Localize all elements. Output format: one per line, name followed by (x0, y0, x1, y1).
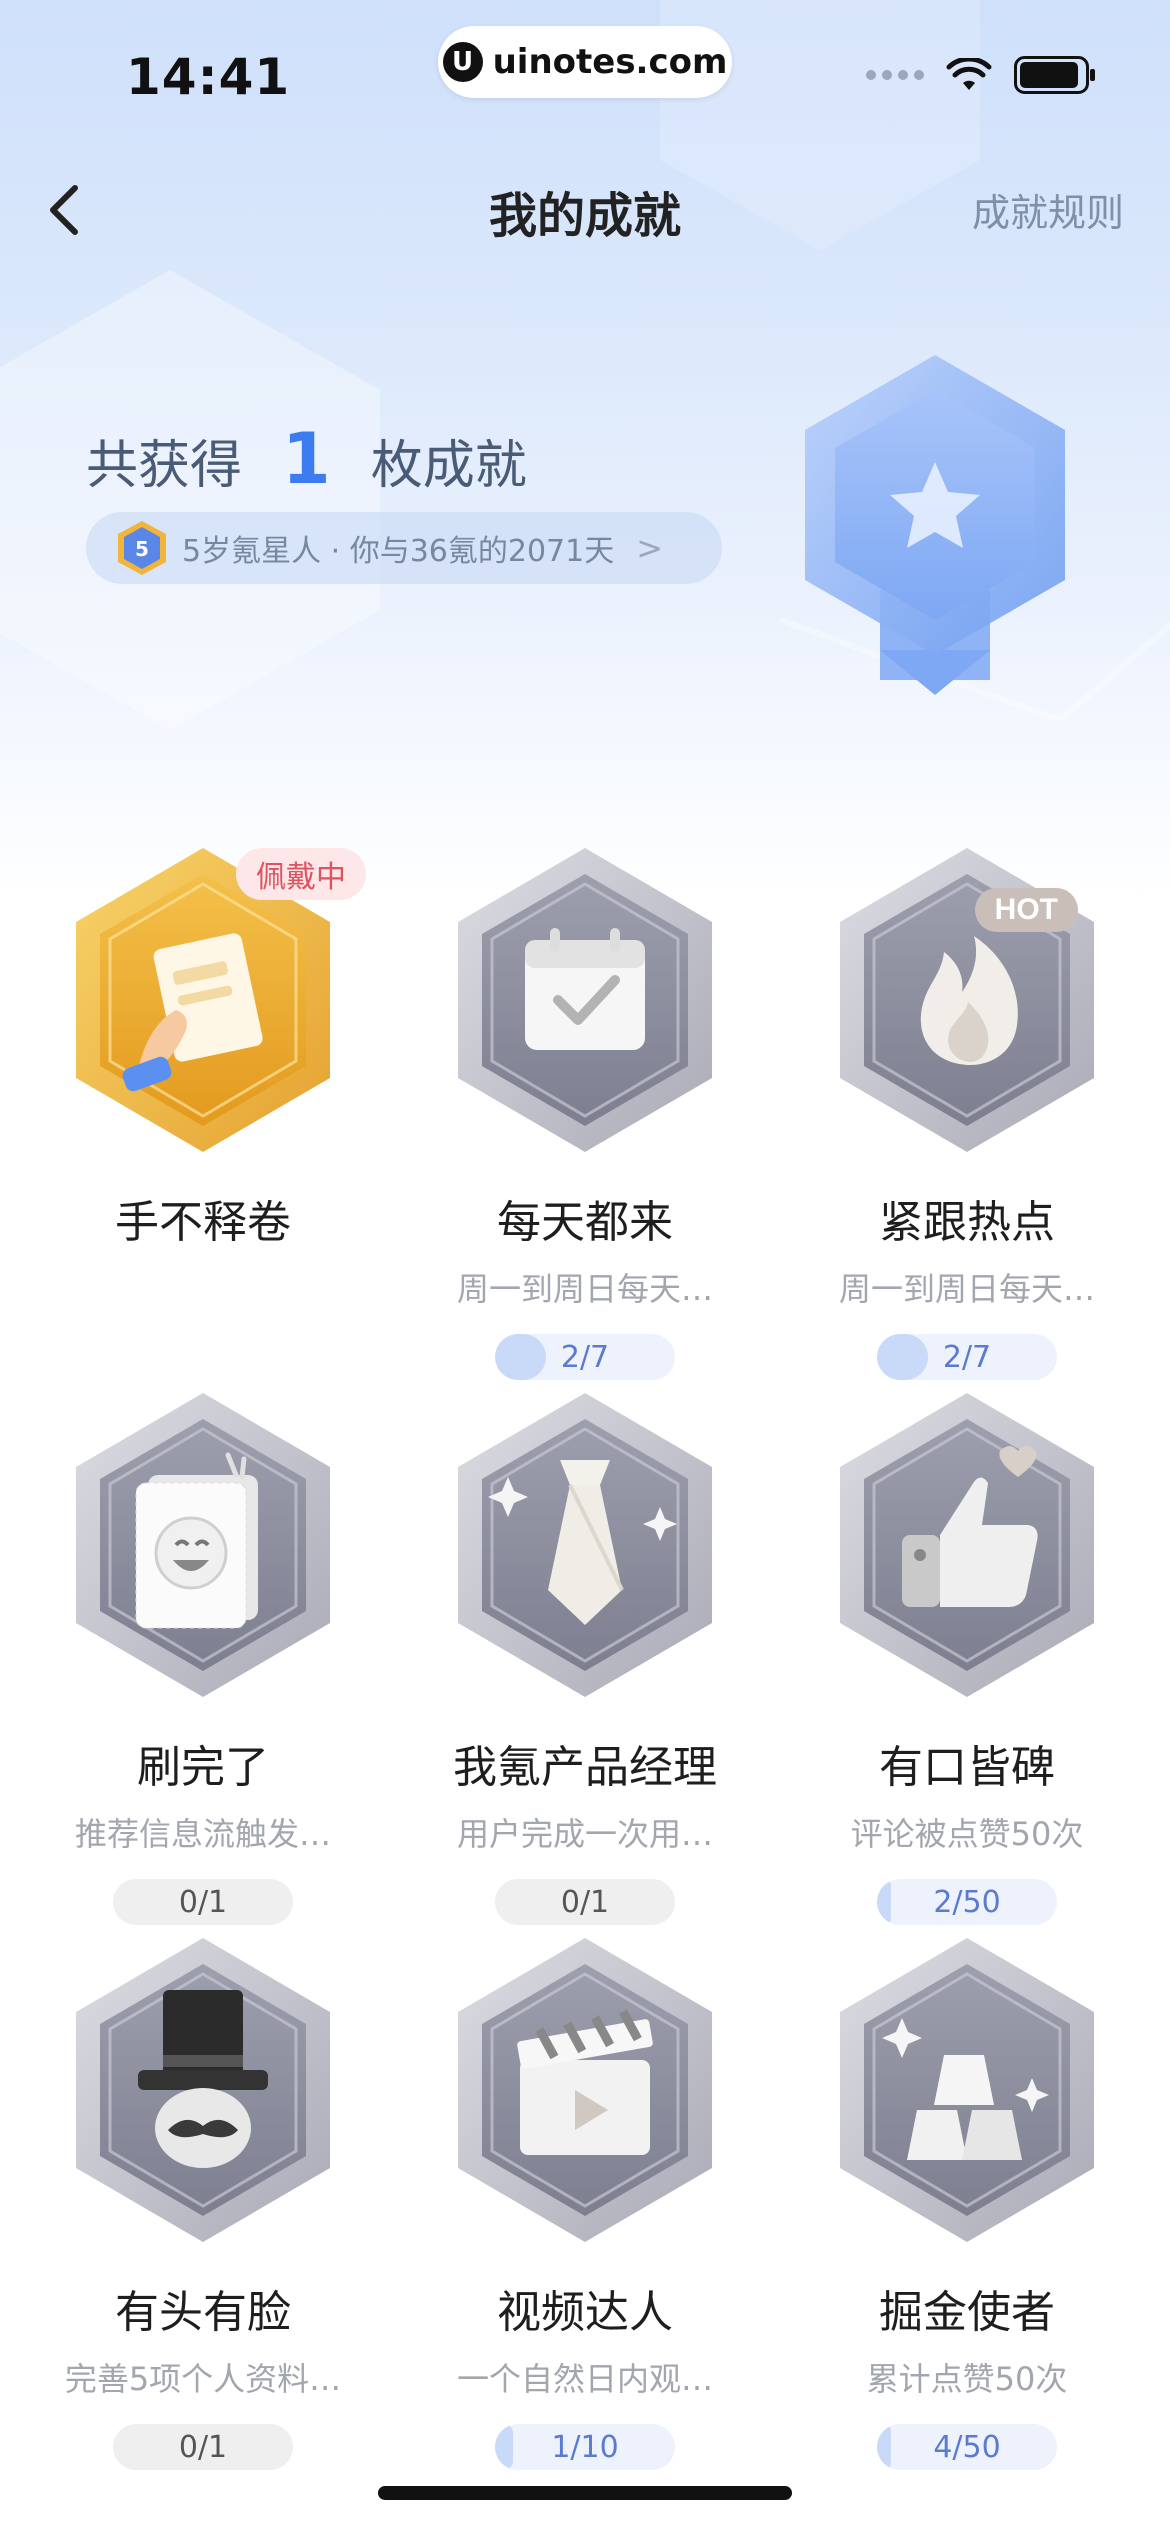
achievement-description: 推荐信息流触发… (74, 1815, 331, 1853)
achievement-name: 每天都来 (497, 1197, 673, 1248)
achievement-card[interactable]: 视频达人一个自然日内观… 1/10 (390, 1930, 780, 2470)
achievement-card[interactable]: HOT 紧跟热点周一到周日每天… 2/7 (772, 840, 1162, 1380)
achievement-progress: 0/1 (113, 1879, 293, 1925)
summary-prefix: 共获得 (86, 436, 243, 496)
member-age-pill[interactable]: 5 5岁氪星人 · 你与36氪的2071天 > (86, 512, 722, 584)
achievement-name: 手不释卷 (115, 1197, 291, 1248)
achievement-description: 一个自然日内观… (456, 2360, 713, 2398)
necktie-icon (450, 1385, 720, 1705)
progress-text: 0/1 (560, 1884, 610, 1920)
achievement-name: 有口皆碑 (879, 1742, 1055, 1793)
chevron-right-icon: > (636, 529, 664, 567)
level-badge-icon: 5 (118, 521, 166, 575)
level-badge-number: 5 (135, 537, 149, 561)
achievement-description: 用户完成一次用… (456, 1815, 713, 1853)
top-hat-mustache-icon (68, 1930, 338, 2250)
achievement-name: 有头有脸 (115, 2287, 291, 2338)
achievement-rules-link[interactable]: 成就规则 (972, 182, 1124, 237)
status-time: 14:41 (126, 48, 291, 106)
member-age-text: 5岁氪星人 · 你与36氪的2071天 (182, 534, 615, 569)
progress-fill (495, 2424, 513, 2470)
achievement-card[interactable]: 佩戴中手不释卷 (8, 840, 398, 1380)
thumbs-up-icon (832, 1385, 1102, 1705)
achievement-progress: 2/50 (877, 1879, 1057, 1925)
achievement-name: 视频达人 (497, 2287, 673, 2338)
achievement-name: 掘金使者 (879, 2287, 1055, 2338)
battery-icon (1014, 56, 1095, 94)
hot-badge: HOT (974, 888, 1078, 932)
achievement-card[interactable]: 有口皆碑评论被点赞50次 2/50 (772, 1385, 1162, 1925)
achievement-name: 我氪产品经理 (453, 1742, 717, 1793)
achievement-description: 周一到周日每天… (456, 1270, 713, 1308)
wearing-badge: 佩戴中 (236, 848, 366, 900)
achievement-progress: 2/7 (495, 1334, 675, 1380)
achievement-progress: 0/1 (495, 1879, 675, 1925)
status-icons (866, 56, 1096, 94)
achievement-progress: 1/10 (495, 2424, 675, 2470)
achievement-card[interactable]: 掘金使者累计点赞50次 4/50 (772, 1930, 1162, 2470)
achievement-progress: 0/1 (113, 2424, 293, 2470)
progress-text: 1/10 (551, 2429, 619, 2465)
progress-fill (495, 1334, 547, 1380)
status-bar: 14:41 U uinotes.com (0, 0, 1170, 150)
achievement-description: 评论被点赞50次 (850, 1815, 1084, 1853)
progress-text: 0/1 (178, 2429, 228, 2465)
hero-medal-icon (790, 350, 1080, 710)
progress-text: 2/7 (942, 1339, 992, 1375)
progress-fill (877, 2424, 892, 2470)
flame-icon: HOT (832, 840, 1102, 1160)
url-pill[interactable]: U uinotes.com (438, 26, 732, 98)
cellular-signal-icon (866, 70, 924, 80)
progress-text: 2/7 (560, 1339, 610, 1375)
reading-hand-icon: 佩戴中 (68, 840, 366, 1160)
summary-suffix: 枚成就 (370, 436, 527, 496)
gold-bars-icon (832, 1930, 1102, 2250)
progress-text: 0/1 (178, 1884, 228, 1920)
achievement-summary: 共获得 1 枚成就 (86, 418, 527, 500)
achievement-name: 紧跟热点 (879, 1197, 1055, 1248)
wifi-icon (946, 58, 992, 90)
achievement-card[interactable]: 刷完了推荐信息流触发… 0/1 (8, 1385, 398, 1925)
achievement-name: 刷完了 (137, 1742, 269, 1793)
calendar-check-icon (450, 840, 720, 1160)
achievement-progress: 2/7 (877, 1334, 1057, 1380)
achievement-card[interactable]: 有头有脸完善5项个人资料… 0/1 (8, 1930, 398, 2470)
url-text: uinotes.com (492, 42, 728, 82)
clapperboard-icon (450, 1930, 720, 2250)
site-logo-icon: U (442, 42, 483, 82)
progress-fill (877, 1879, 892, 1925)
achievement-card[interactable]: 每天都来周一到周日每天… 2/7 (390, 840, 780, 1380)
achievement-count: 1 (282, 418, 331, 500)
progress-text: 2/50 (933, 1884, 1001, 1920)
laughing-face-icon (68, 1385, 338, 1705)
achievement-progress: 4/50 (877, 2424, 1057, 2470)
progress-text: 4/50 (933, 2429, 1001, 2465)
achievement-card[interactable]: 我氪产品经理用户完成一次用… 0/1 (390, 1385, 780, 1925)
achievement-description: 累计点赞50次 (866, 2360, 1068, 2398)
achievement-description: 周一到周日每天… (838, 1270, 1095, 1308)
home-indicator (378, 2486, 792, 2500)
achievement-description: 完善5项个人资料… (64, 2360, 342, 2398)
progress-fill (877, 1334, 929, 1380)
